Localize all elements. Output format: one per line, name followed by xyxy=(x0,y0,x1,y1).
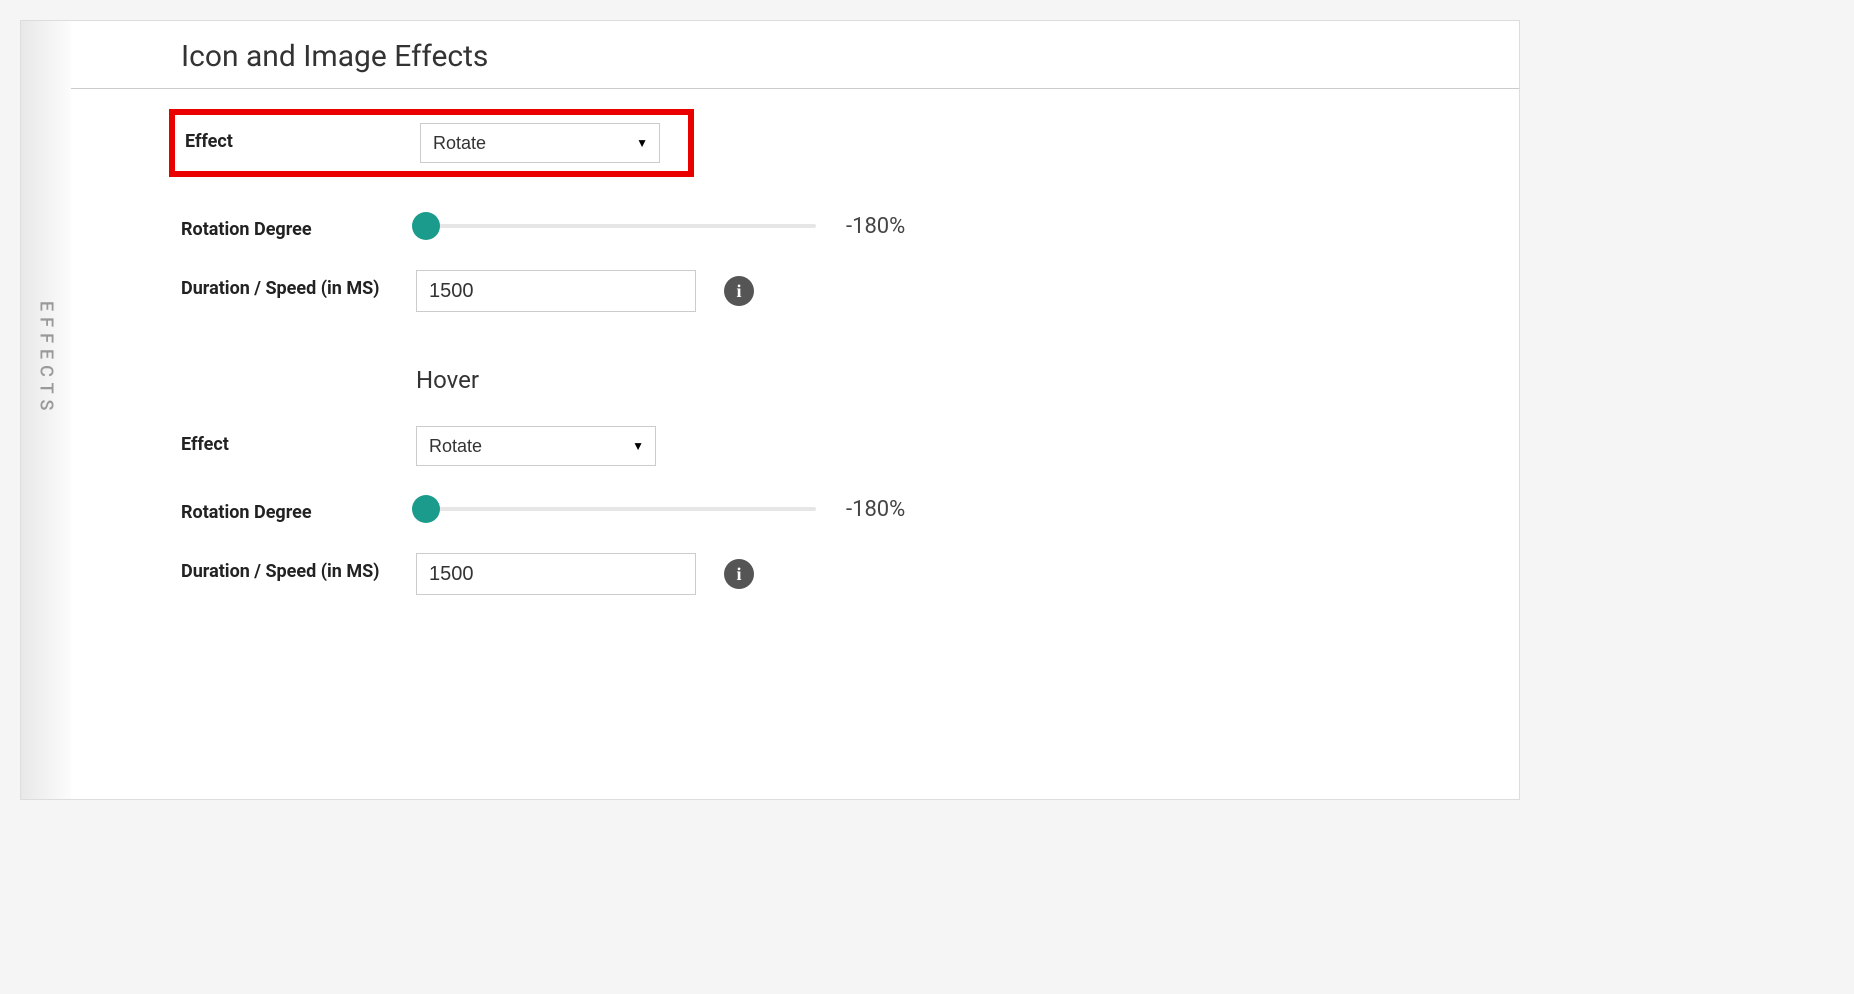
hover-duration-control: i xyxy=(416,553,754,595)
hover-effect-row: Effect Rotate ▼ xyxy=(181,412,1519,480)
hover-effect-select-wrap: Rotate ▼ xyxy=(416,426,656,466)
sidebar-tab-effects[interactable]: EFFECTS xyxy=(21,21,71,799)
rotation-slider[interactable] xyxy=(416,211,816,241)
slider-thumb[interactable] xyxy=(412,495,440,523)
info-icon[interactable]: i xyxy=(724,559,754,589)
hover-rotation-label: Rotation Degree xyxy=(181,494,416,525)
rotation-value: -180% xyxy=(846,214,905,239)
hover-effect-label: Effect xyxy=(181,426,416,457)
info-icon[interactable]: i xyxy=(724,276,754,306)
hover-duration-input[interactable] xyxy=(416,553,696,595)
section-title: Icon and Image Effects xyxy=(181,21,1519,88)
duration-label: Duration / Speed (in MS) xyxy=(181,270,416,301)
duration-row: Duration / Speed (in MS) i xyxy=(181,256,1519,326)
title-divider xyxy=(71,88,1519,89)
slider-thumb[interactable] xyxy=(412,212,440,240)
form-rows: Effect Rotate ▼ Rotation Degree xyxy=(71,109,1519,609)
hover-duration-label: Duration / Speed (in MS) xyxy=(181,553,416,584)
slider-track-line xyxy=(416,224,816,228)
rotation-label: Rotation Degree xyxy=(181,211,416,242)
hover-rotation-value: -180% xyxy=(846,497,905,522)
effect-select-wrap: Rotate ▼ xyxy=(420,123,660,163)
hover-rotation-row: Rotation Degree -180% xyxy=(181,480,1519,539)
sidebar-tab-label: EFFECTS xyxy=(36,301,57,416)
duration-input[interactable] xyxy=(416,270,696,312)
duration-control: i xyxy=(416,270,754,312)
hover-effect-control: Rotate ▼ xyxy=(416,426,656,466)
effects-panel: EFFECTS Icon and Image Effects Effect Ro… xyxy=(20,20,1520,800)
effect-control: Rotate ▼ xyxy=(420,123,660,163)
effect-select[interactable]: Rotate xyxy=(420,123,660,163)
slider-track-line xyxy=(416,507,816,511)
hover-effect-select[interactable]: Rotate xyxy=(416,426,656,466)
rotation-row: Rotation Degree -180% xyxy=(181,197,1519,256)
hover-rotation-slider[interactable] xyxy=(416,494,816,524)
rotation-control: -180% xyxy=(416,211,905,241)
effect-row-highlighted: Effect Rotate ▼ xyxy=(169,109,694,177)
hover-heading: Hover xyxy=(181,326,1519,412)
effects-content: Icon and Image Effects Effect Rotate ▼ R xyxy=(71,21,1519,799)
hover-rotation-control: -180% xyxy=(416,494,905,524)
hover-duration-row: Duration / Speed (in MS) i xyxy=(181,539,1519,609)
effect-label: Effect xyxy=(185,123,420,154)
